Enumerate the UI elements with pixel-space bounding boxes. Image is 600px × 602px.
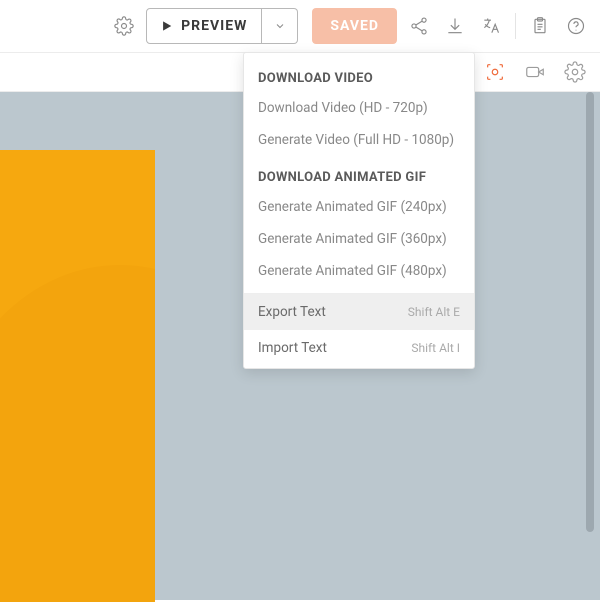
clipboard-icon[interactable]	[526, 12, 554, 40]
menu-section-gif-header: DOWNLOAD ANIMATED GIF	[244, 156, 474, 191]
menu-item-import-text[interactable]: Import Text Shift Alt I	[244, 330, 474, 366]
record-frame-icon[interactable]	[482, 59, 508, 85]
menu-item-export-text[interactable]: Export Text Shift Alt E	[244, 294, 474, 330]
saved-button: SAVED	[312, 8, 397, 44]
saved-label: SAVED	[330, 18, 379, 34]
top-toolbar: PREVIEW SAVED	[0, 0, 600, 52]
menu-item-download-video-hd[interactable]: Download Video (HD - 720p)	[244, 92, 474, 124]
camera-icon[interactable]	[522, 59, 548, 85]
settings-icon[interactable]	[110, 12, 138, 40]
shortcut-label: Shift Alt I	[411, 341, 460, 355]
preview-group: PREVIEW	[146, 8, 298, 44]
preview-button[interactable]: PREVIEW	[146, 8, 262, 44]
preview-dropdown-button[interactable]	[262, 8, 298, 44]
gear-icon[interactable]	[562, 59, 588, 85]
menu-item-gif-480[interactable]: Generate Animated GIF (480px)	[244, 255, 474, 287]
menu-item-gif-360[interactable]: Generate Animated GIF (360px)	[244, 223, 474, 255]
translate-icon[interactable]	[477, 12, 505, 40]
share-icon[interactable]	[405, 12, 433, 40]
download-icon[interactable]	[441, 12, 469, 40]
menu-item-generate-video-fullhd[interactable]: Generate Video (Full HD - 1080p)	[244, 124, 474, 156]
download-menu: DOWNLOAD VIDEO Download Video (HD - 720p…	[243, 52, 475, 369]
scrollbar[interactable]	[586, 92, 594, 596]
menu-item-gif-240[interactable]: Generate Animated GIF (240px)	[244, 191, 474, 223]
toolbar-divider	[515, 13, 516, 39]
help-icon[interactable]	[562, 12, 590, 40]
canvas-shape	[0, 150, 155, 602]
scrollbar-thumb[interactable]	[586, 92, 594, 532]
menu-section-video-header: DOWNLOAD VIDEO	[244, 63, 474, 92]
preview-label: PREVIEW	[181, 18, 247, 34]
shortcut-label: Shift Alt E	[408, 305, 460, 319]
